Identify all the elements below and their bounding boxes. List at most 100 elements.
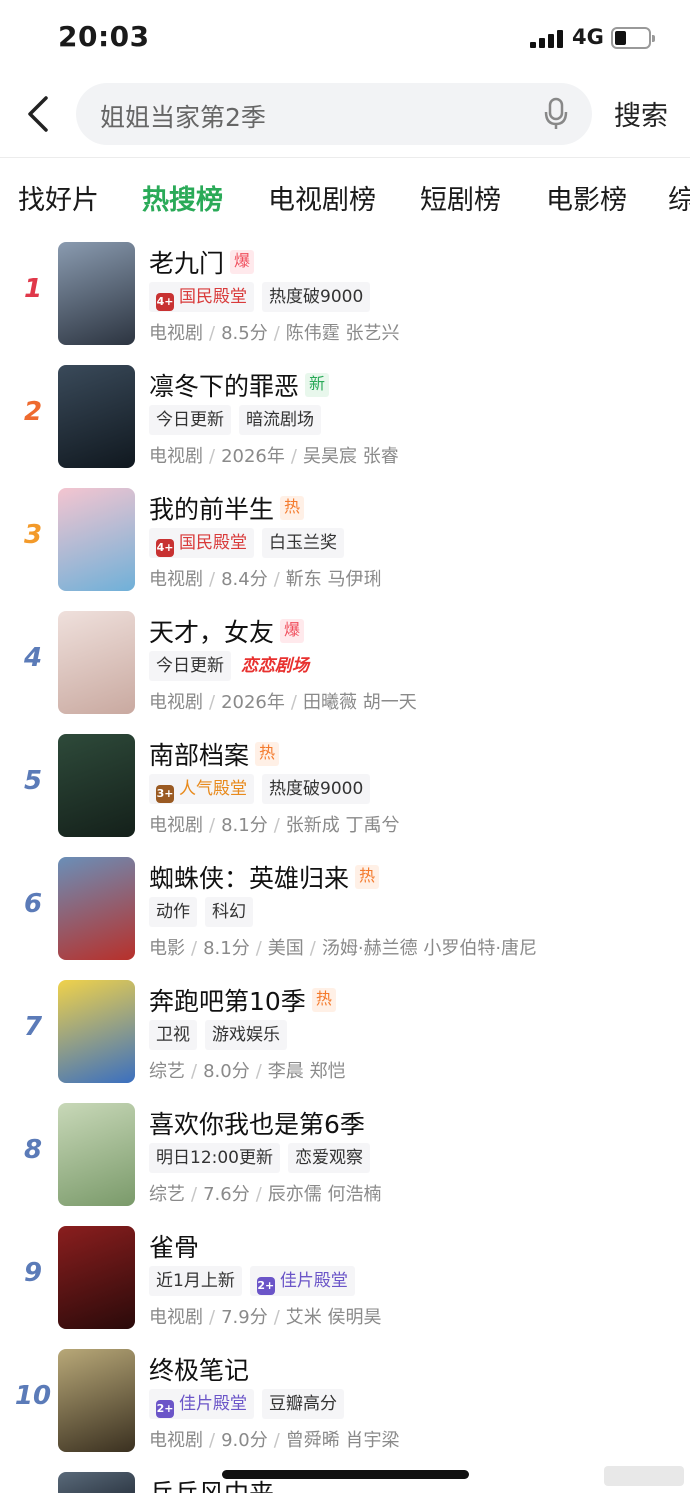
tab-hot-search[interactable]: 热搜榜 [142,178,223,217]
list-item[interactable]: 2 凛冬下的罪恶新今日更新 暗流剧场 电视剧/2026年 / 吴昊宸 张睿 [0,363,690,486]
poster-thumbnail[interactable] [58,611,135,714]
tag-label: 暗流剧场 [246,410,314,430]
item-title[interactable]: 终极笔记 [149,1356,249,1385]
tab-find-good[interactable]: 找好片 [18,178,99,217]
tag-label: 恋恋剧场 [241,656,309,676]
meta-value: 田曦薇 胡一天 [302,692,417,713]
meta-separator: / [209,446,216,467]
poster-thumbnail[interactable] [58,980,135,1083]
ranking-list: 1 老九门爆 4+ 国民殿堂 热度破9000 电视剧/8.5分 / 陈伟霆 张艺兴 2 凛冬下的罪… [0,240,690,1493]
item-title[interactable]: 雀骨 [149,1233,199,1262]
list-item[interactable]: 7 奔跑吧第10季热卫视 游戏娱乐 综艺/8.0分 / 李晨 郑恺 [0,978,690,1101]
meta-value: 靳东 马伊琍 [285,569,382,590]
meta-value: 李晨 郑恺 [267,1061,346,1082]
poster-thumbnail[interactable] [58,242,135,345]
item-title[interactable]: 凛冬下的罪恶 [149,372,299,401]
meta-value: 曾舜晞 肖宇梁 [285,1430,400,1451]
poster-thumbnail[interactable] [58,1103,135,1206]
meta-value: 陈伟霆 张艺兴 [285,323,400,344]
meta-row: 综艺/7.6分 / 辰亦儒 何浩楠 [149,1180,382,1206]
item-title[interactable]: 老九门 [149,249,224,278]
rank-number: 5 [23,766,43,796]
meta-separator: / [255,938,262,959]
meta-separator: / [209,323,216,344]
title-row: 我的前半生热 [149,490,305,524]
tag-label: 豆瓣高分 [269,1394,337,1414]
meta-row: 电影/8.1分 / 美国 / 汤姆·赫兰德 小罗伯特·唐尼 [149,934,537,960]
status-badge: 热 [255,742,280,766]
status-time: 20:03 [58,20,150,53]
tag-label: 近1月上新 [156,1271,235,1291]
list-item[interactable]: 10 终极笔记 2+ 佳片殿堂 豆瓣高分 电视剧/9.0分 / 曾舜晞 肖宇梁 [0,1347,690,1470]
meta-value: 张新成 丁禹兮 [285,815,400,836]
tab-movies[interactable]: 电影榜 [546,178,627,217]
poster-thumbnail[interactable] [58,857,135,960]
tag: 恋爱观察 [288,1143,370,1173]
tag: 恋恋剧场 [239,651,311,681]
home-indicator [222,1470,469,1479]
meta-value: 2026年 [221,692,285,713]
list-item[interactable]: 1 老九门爆 4+ 国民殿堂 热度破9000 电视剧/8.5分 / 陈伟霆 张艺兴 [0,240,690,363]
meta-value: 电视剧 [149,323,203,344]
poster-thumbnail[interactable] [58,734,135,837]
tag-label: 热度破9000 [269,779,364,799]
search-query: 姐姐当家第2季 [100,103,266,132]
rank-number: 3 [23,520,43,550]
rank-number: 9 [23,1258,43,1288]
list-item[interactable]: 3 我的前半生热 4+ 国民殿堂 白玉兰奖 电视剧/8.4分 / 靳东 马伊琍 [0,486,690,609]
meta-value: 8.5分 [221,323,268,344]
title-row: 老九门爆 [149,244,255,278]
poster-thumbnail[interactable] [58,1472,135,1493]
list-item[interactable]: 5 南部档案热 3+ 人气殿堂 热度破9000 电视剧/8.1分 / 张新成 丁禹兮 [0,732,690,855]
meta-row: 电视剧/9.0分 / 曾舜晞 肖宇梁 [149,1426,400,1452]
list-item[interactable]: 4 天才，女友爆今日更新 恋恋剧场 电视剧/2026年 / 田曦薇 胡一天 [0,609,690,732]
item-title[interactable]: 蜘蛛侠：英雄归来 [149,864,349,893]
meta-row: 电视剧/8.4分 / 靳东 马伊琍 [149,565,382,591]
item-title[interactable]: 天才，女友 [149,618,274,647]
poster-thumbnail[interactable] [58,365,135,468]
tag-label: 白玉兰奖 [269,533,337,553]
meta-row: 电视剧/8.1分 / 张新成 丁禹兮 [149,811,400,837]
back-arrow-icon[interactable] [22,94,56,134]
meta-separator: / [273,1307,280,1328]
list-item[interactable]: 9 雀骨 近1月上新 2+ 佳片殿堂 电视剧/7.9分 / 艾米 侯明昊 [0,1224,690,1347]
meta-value: 吴昊宸 张睿 [302,446,399,467]
meta-row: 电视剧/8.5分 / 陈伟霆 张艺兴 [149,319,400,345]
poster-thumbnail[interactable] [58,1349,135,1452]
tag: 近1月上新 [149,1266,242,1296]
meta-value: 电视剧 [149,1430,203,1451]
meta-row: 综艺/8.0分 / 李晨 郑恺 [149,1057,346,1083]
item-title[interactable]: 南部档案 [149,741,249,770]
item-title[interactable]: 喜欢你我也是第6季 [149,1110,365,1139]
tags-row: 近1月上新 2+ 佳片殿堂 [149,1266,363,1296]
meta-row: 电视剧/2026年 / 田曦薇 胡一天 [149,688,417,714]
tags-row: 今日更新 恋恋剧场 [149,651,319,681]
item-title[interactable]: 乒乓风中来 [149,1479,274,1493]
meta-separator: / [273,569,280,590]
meta-value: 美国 [267,938,304,959]
meta-value: 7.9分 [221,1307,268,1328]
tag: 2+ 佳片殿堂 [249,1266,355,1296]
tags-row: 3+ 人气殿堂 热度破9000 [149,774,378,804]
meta-value: 7.6分 [203,1184,250,1205]
rank-number: 7 [23,1012,43,1042]
tag: 3+ 人气殿堂 [149,774,254,804]
microphone-icon[interactable] [542,97,570,131]
tab-tv-series[interactable]: 电视剧榜 [268,178,376,217]
tab-variety[interactable]: 综 [668,178,690,217]
tag: 豆瓣高分 [262,1389,344,1419]
item-title[interactable]: 我的前半生 [149,495,274,524]
tag: 热度破9000 [262,774,371,804]
poster-thumbnail[interactable] [58,1226,135,1329]
list-item[interactable]: 6 蜘蛛侠：英雄归来热动作 科幻 电影/8.1分 / 美国 / 汤姆·赫兰德 小罗伯特·唐尼 [0,855,690,978]
meta-value: 综艺 [149,1061,185,1082]
poster-thumbnail[interactable] [58,488,135,591]
tab-short-drama[interactable]: 短剧榜 [420,178,501,217]
search-input[interactable]: 姐姐当家第2季 [76,83,592,145]
list-item[interactable]: 8 喜欢你我也是第6季 明日12:00更新 恋爱观察 综艺/7.6分 / 辰亦儒 何浩楠 [0,1101,690,1224]
status-badge: 新 [305,373,330,397]
tag-label: 国民殿堂 [179,533,247,553]
tag: 4+ 国民殿堂 [149,282,254,312]
item-title[interactable]: 奔跑吧第10季 [149,987,306,1016]
search-button[interactable]: 搜索 [614,94,668,133]
